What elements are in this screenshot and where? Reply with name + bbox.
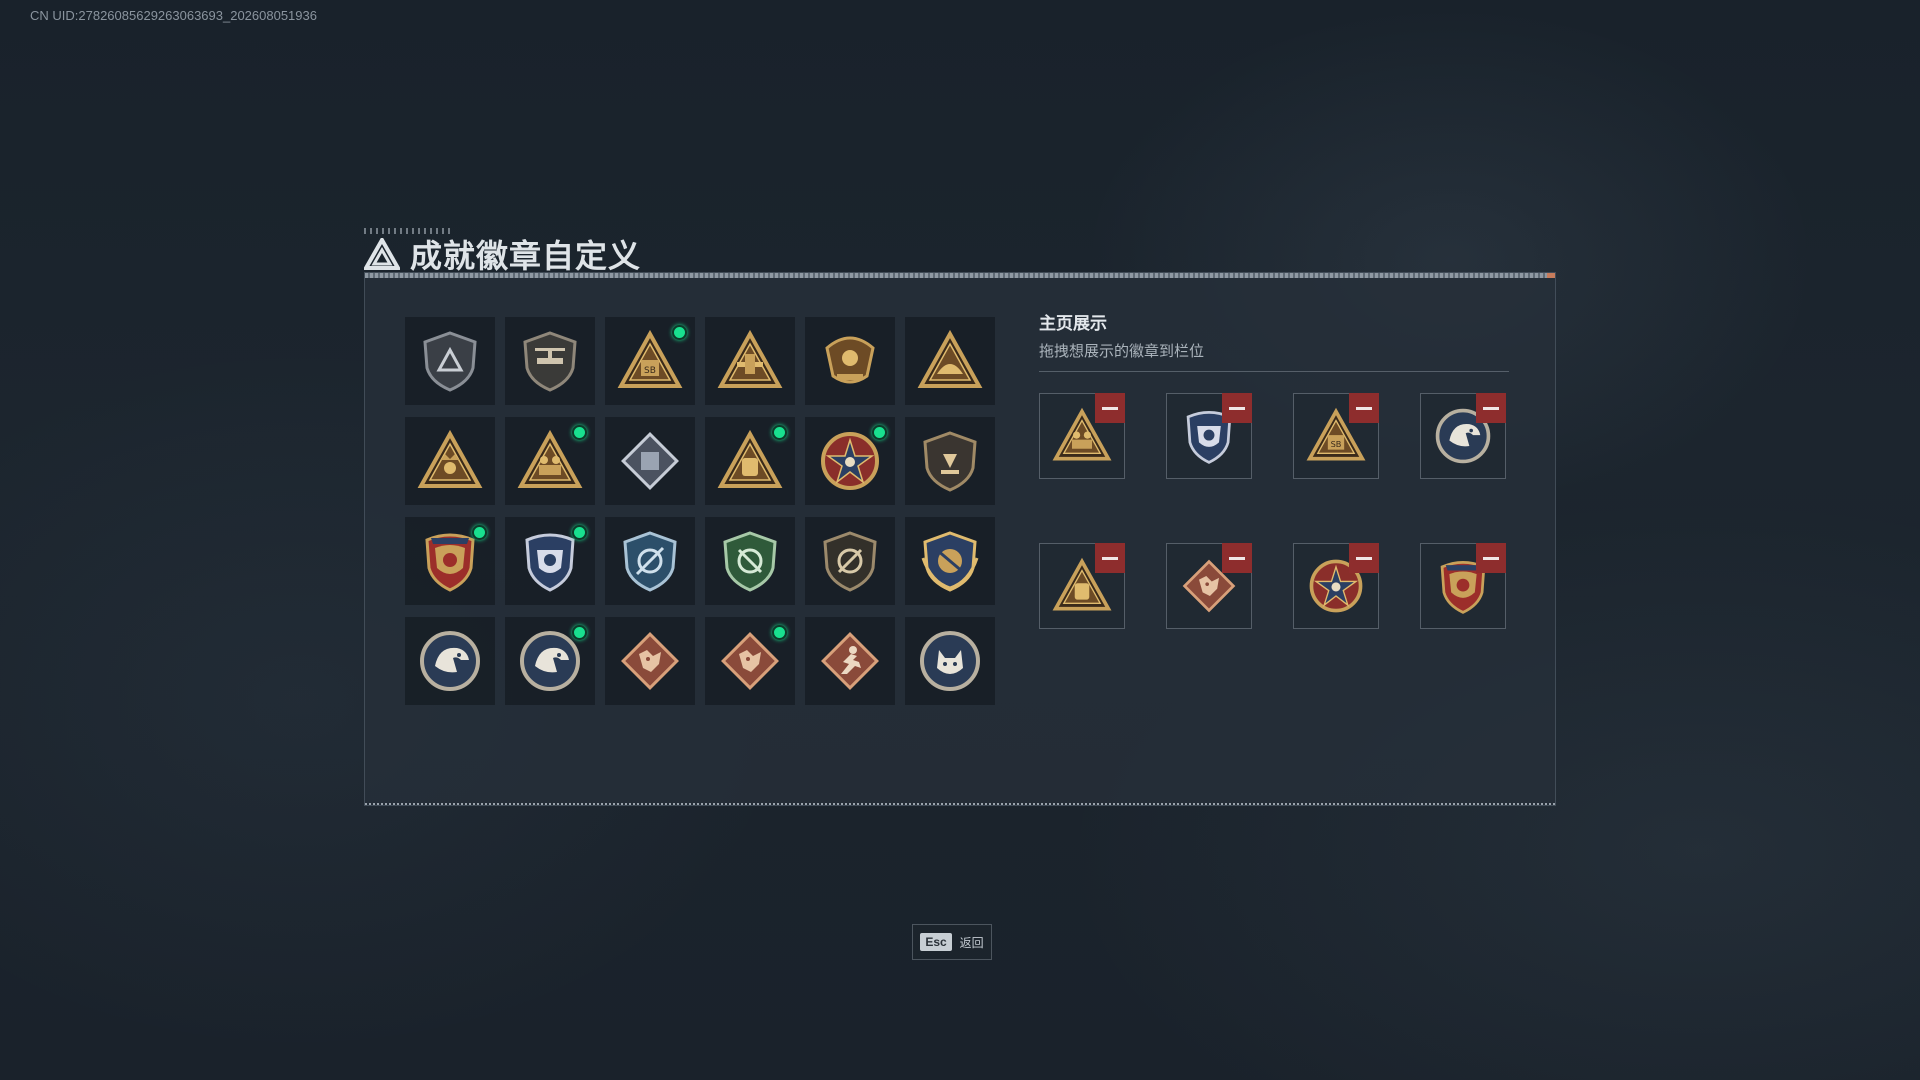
new-indicator-icon <box>572 425 587 440</box>
showcase-slot[interactable] <box>1293 543 1379 629</box>
minus-icon <box>1356 556 1372 560</box>
blue-target-shield-icon <box>623 531 677 592</box>
badge-cell[interactable] <box>405 317 495 405</box>
badge-cell[interactable] <box>805 517 895 605</box>
badge-cell[interactable] <box>505 517 595 605</box>
badge-cell[interactable] <box>905 617 995 705</box>
badge-cell[interactable] <box>405 417 495 505</box>
minus-icon <box>1102 556 1118 560</box>
new-indicator-icon <box>872 425 887 440</box>
back-button[interactable]: Esc 返回 <box>912 924 992 960</box>
esc-key-icon: Esc <box>920 933 952 951</box>
showcase-title: 主页展示 <box>1039 314 1107 334</box>
remove-badge-button[interactable] <box>1095 543 1125 573</box>
dark-target-shield-icon <box>823 531 877 592</box>
showcase-slot[interactable] <box>1420 543 1506 629</box>
new-indicator-icon <box>572 525 587 540</box>
back-label: 返回 <box>959 935 984 950</box>
remove-badge-button[interactable] <box>1349 543 1379 573</box>
badge-cell[interactable] <box>705 317 795 405</box>
badge-cell[interactable]: SB <box>605 317 695 405</box>
new-indicator-icon <box>772 625 787 640</box>
badge-cell[interactable] <box>905 317 995 405</box>
badge-cell[interactable] <box>505 317 595 405</box>
showcase-slots: SB <box>1039 393 1506 629</box>
dragon-diamond-icon <box>721 632 779 690</box>
cube-diamond-icon <box>621 432 679 490</box>
showcase-slot[interactable] <box>1166 543 1252 629</box>
minus-icon <box>1102 406 1118 410</box>
eagle-medallion-icon <box>420 631 480 691</box>
runner-diamond-icon <box>821 632 879 690</box>
showcase-slot[interactable]: SB <box>1293 393 1379 479</box>
badge-cell[interactable] <box>805 417 895 505</box>
remove-badge-button[interactable] <box>1095 393 1125 423</box>
minus-icon <box>1483 556 1499 560</box>
svg-text:SB: SB <box>644 366 656 376</box>
showcase-slot[interactable] <box>1039 393 1125 479</box>
badge-cell[interactable] <box>805 617 895 705</box>
showcase-slot[interactable] <box>1166 393 1252 479</box>
badge-cell[interactable] <box>705 517 795 605</box>
badge-cell[interactable] <box>605 517 695 605</box>
showcase-slot[interactable] <box>1039 543 1125 629</box>
badge-cell[interactable] <box>405 617 495 705</box>
showcase-subtitle: 拖拽想展示的徽章到栏位 <box>1039 342 1205 360</box>
eagle-crest-icon <box>825 336 875 384</box>
panel-bottom-border <box>365 803 1555 805</box>
tri-shield-icon <box>423 331 477 392</box>
wolf-medallion-icon <box>920 631 980 691</box>
badge-cell[interactable] <box>605 617 695 705</box>
minus-icon <box>1229 556 1245 560</box>
divider <box>1039 371 1509 372</box>
new-indicator-icon <box>572 625 587 640</box>
crown-triangle-icon <box>417 429 483 488</box>
new-indicator-icon <box>772 425 787 440</box>
badge-grid: SB <box>405 317 995 705</box>
skull-star-icon <box>821 432 879 490</box>
badge-cell[interactable] <box>405 517 495 605</box>
remove-badge-button[interactable] <box>1476 543 1506 573</box>
remove-badge-button[interactable] <box>1222 543 1252 573</box>
helicopter-shield-icon <box>523 331 577 392</box>
tent-triangle-icon <box>917 329 983 388</box>
badge-cell[interactable] <box>805 317 895 405</box>
red-star-shield-icon <box>425 533 475 592</box>
dragon-diamond-icon <box>621 632 679 690</box>
structure-triangle-icon <box>717 329 783 388</box>
badge-cell[interactable] <box>505 617 595 705</box>
remove-badge-button[interactable] <box>1476 393 1506 423</box>
page-title: 成就徽章自定义 <box>410 237 642 275</box>
minus-icon <box>1229 406 1245 410</box>
pack-triangle-icon <box>717 429 783 488</box>
badge-cell[interactable] <box>605 417 695 505</box>
minus-icon <box>1483 406 1499 410</box>
uid-text: CN UID:27826085629263063693_202608051936 <box>30 8 317 23</box>
badge-cell[interactable] <box>505 417 595 505</box>
remove-badge-button[interactable] <box>1222 393 1252 423</box>
minus-icon <box>1356 406 1372 410</box>
badge-cell[interactable] <box>705 417 795 505</box>
showcase-slot[interactable] <box>1420 393 1506 479</box>
badge-cell[interactable] <box>905 517 995 605</box>
logo-icon <box>364 238 400 270</box>
badge-panel: SB 主页展示 拖拽想展示的徽章到栏位 SB <box>364 272 1556 806</box>
emblem-shield-icon <box>923 431 977 492</box>
badge-cell[interactable] <box>905 417 995 505</box>
panel-top-border <box>365 273 1555 278</box>
sb-triangle-icon: SB <box>617 329 683 388</box>
green-target-shield-icon <box>723 531 777 592</box>
eagle-medallion-icon <box>520 631 580 691</box>
svg-text:SB: SB <box>1331 439 1342 449</box>
page-header: 成就徽章自定义 <box>364 234 642 275</box>
gold-laurel-shield-icon <box>921 531 979 592</box>
remove-badge-button[interactable] <box>1349 393 1379 423</box>
soldiers-triangle-icon <box>517 429 583 488</box>
showcase-section: 主页展示 拖拽想展示的徽章到栏位 SB <box>1039 309 1509 629</box>
new-indicator-icon <box>472 525 487 540</box>
new-indicator-icon <box>672 325 687 340</box>
blue-shield-icon <box>525 533 575 592</box>
badge-cell[interactable] <box>705 617 795 705</box>
